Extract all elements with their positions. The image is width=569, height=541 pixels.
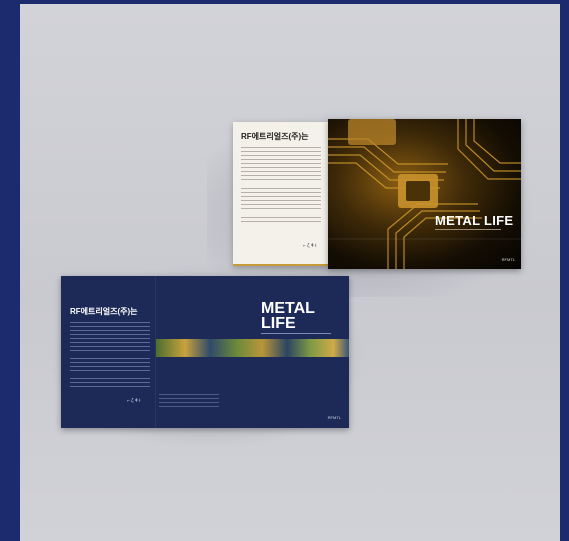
upper-brochure-subtitle-line xyxy=(435,229,501,230)
upper-brochure-cover: METAL LIFE RFMTL xyxy=(328,119,521,269)
upper-brochure-brand-mark: RFMTL xyxy=(501,257,515,262)
lower-brochure-sheet: RF에트리얼즈(주)는 METAL LIFE ⌐ ζ ǂ ɨ RFMTL xyxy=(61,276,349,428)
lower-brochure-brand-mark: RFMTL xyxy=(327,415,341,420)
lower-brochure-title-line1: METAL xyxy=(261,300,315,317)
lower-brochure-logo-mark: ⌐ ζ ǂ ɨ xyxy=(127,398,141,404)
circuit-photo xyxy=(328,119,521,269)
lower-brochure-body-text xyxy=(70,319,150,390)
lower-brochure-title: METAL LIFE xyxy=(261,300,341,332)
upper-brochure-logo-mark: ⌐ ζ ǂ ɨ xyxy=(303,243,317,249)
lower-brochure-photo-strip xyxy=(156,339,349,357)
upper-brochure-title: METAL LIFE xyxy=(435,213,514,228)
lower-brochure-heading: RF에트리얼즈(주)는 xyxy=(70,307,138,316)
lower-brochure-contact-text xyxy=(159,391,219,410)
upper-brochure: RF에트리얼즈(주)는 ⌐ ζ ǂ ɨ METAL LIFE RFMTL xyxy=(207,107,537,297)
upper-brochure-text-panel: RF에트리얼즈(주)는 ⌐ ζ ǂ ɨ xyxy=(233,122,328,266)
mockup-scene: RF에트리얼즈(주)는 ⌐ ζ ǂ ɨ METAL LIFE RFMTL RF에… xyxy=(20,4,560,541)
upper-brochure-heading: RF에트리얼즈(주)는 xyxy=(241,132,309,141)
lower-brochure-subtitle-line xyxy=(261,333,331,334)
lower-brochure: RF에트리얼즈(주)는 METAL LIFE ⌐ ζ ǂ ɨ RFMTL xyxy=(47,262,367,452)
lower-brochure-title-line2: LIFE xyxy=(261,315,296,332)
upper-brochure-body-text xyxy=(241,144,321,225)
